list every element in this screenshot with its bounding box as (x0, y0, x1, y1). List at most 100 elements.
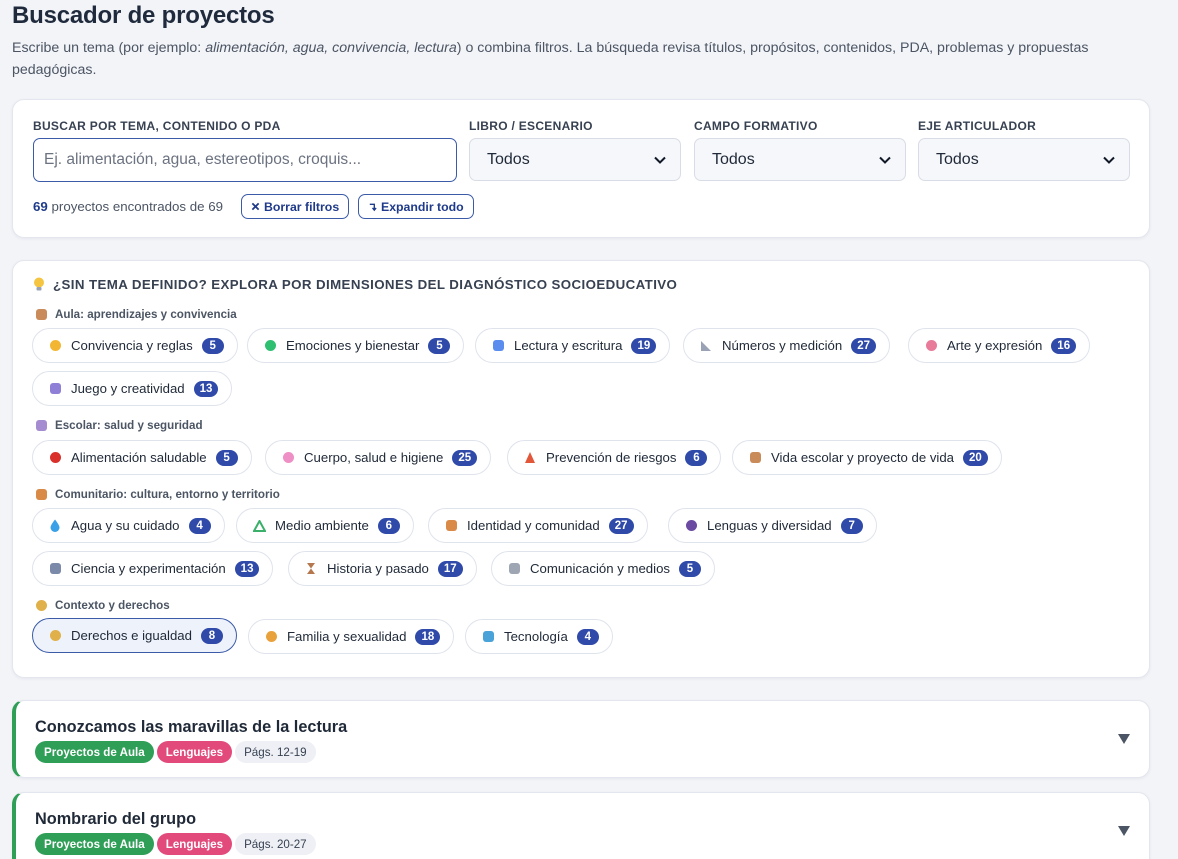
project-title: Conozcamos las maravillas de la lectura (35, 718, 348, 736)
results-count: 69 proyectos encontrados de 69 (33, 199, 223, 214)
chip-historia-y-pasado[interactable]: Historia y pasado 17 (288, 551, 477, 586)
apple-icon (47, 450, 63, 466)
chip-convivencia-y-reglas[interactable]: Convivencia y reglas 5 (32, 328, 238, 363)
chip-count-badge: 5 (201, 337, 224, 354)
scenario-badge: Proyectos de Aula (35, 741, 154, 763)
chip-count-badge: 25 (452, 449, 478, 466)
chip-ciencia-y-experimentacion[interactable]: Ciencia y experimentación 13 (32, 551, 274, 586)
chip-familia-y-sexualidad[interactable]: Familia y sexualidad 18 (248, 619, 455, 654)
book-icon (490, 338, 506, 354)
chip-agua-y-su-cuidado[interactable]: Agua y su cuidado 4 (32, 508, 225, 543)
chip-cuerpo-salud-e-higiene[interactable]: Cuerpo, salud e higiene 25 (265, 440, 492, 475)
chip-juego-y-creatividad[interactable]: Juego y creatividad 13 (32, 371, 233, 406)
chip-alimentacion-saludable[interactable]: Alimentación saludable 5 (32, 440, 252, 475)
chip-count-badge: 18 (415, 628, 441, 645)
group-label-text: Aula: aprendizajes y convivencia (55, 307, 237, 321)
chip-label: Tecnología (504, 629, 568, 644)
chip-arte-y-expresion[interactable]: Arte y expresión 16 (908, 328, 1091, 363)
filters-card: BUSCAR POR TEMA, CONTENIDO O PDA LIBRO /… (12, 99, 1150, 238)
pages-badge: Págs. 12-19 (235, 741, 316, 763)
chip-count-badge: 4 (576, 628, 599, 645)
chip-label: Comunicación y medios (530, 561, 670, 576)
project-card[interactable]: Nombrario del grupo Proyectos de Aula Le… (12, 792, 1150, 859)
chip-label: Emociones y bienestar (286, 338, 420, 353)
search-input[interactable] (33, 138, 457, 182)
results-count-number: 69 (33, 199, 48, 214)
chip-label: Alimentación saludable (71, 450, 207, 465)
campo-select-value: Todos (712, 150, 755, 168)
chip-label: Prevención de riesgos (546, 450, 677, 465)
caret-down-icon[interactable] (1117, 825, 1131, 837)
chip-label: Ciencia y experimentación (71, 561, 226, 576)
eje-select-value: Todos (936, 150, 979, 168)
chip-label: Lenguas y diversidad (707, 518, 832, 533)
chip-count-badge: 8 (200, 627, 223, 644)
chip-count-badge: 6 (685, 449, 708, 466)
chip-derechos-e-igualdad[interactable]: Derechos e igualdad 8 (32, 618, 237, 653)
chip-label: Vida escolar y proyecto de vida (771, 450, 955, 465)
caret-down-icon[interactable] (1117, 733, 1131, 745)
lightbulb-icon (34, 277, 44, 291)
chip-tecnologia[interactable]: Tecnología 4 (465, 619, 613, 654)
ruler-icon (698, 338, 714, 354)
project-card[interactable]: Conozcamos las maravillas de la lectura … (12, 700, 1150, 778)
group-label-text: Contexto y derechos (55, 598, 170, 612)
libro-select-value: Todos (487, 150, 530, 168)
chip-label: Medio ambiente (275, 518, 369, 533)
chip-identidad-y-comunidad[interactable]: Identidad y comunidad 27 (428, 508, 648, 543)
eje-label: EJE ARTICULADOR (918, 119, 1037, 133)
cone-icon (522, 450, 538, 466)
explore-title: ¿SIN TEMA DEFINIDO? EXPLORA POR DIMENSIO… (53, 277, 678, 292)
page-title: Buscador de proyectos (12, 2, 275, 29)
chip-label: Familia y sexualidad (287, 629, 407, 644)
group-label-escolar: Escolar: salud y seguridad (33, 417, 203, 433)
chip-count-badge: 27 (851, 337, 876, 354)
chip-count-badge: 13 (234, 560, 260, 577)
clear-filters-button[interactable]: Borrar filtros (241, 194, 350, 219)
group-label-aula: Aula: aprendizajes y convivencia (33, 306, 237, 322)
chip-count-badge: 16 (1051, 337, 1077, 354)
expand-all-button[interactable]: Expandir todo (358, 194, 474, 219)
close-icon (251, 202, 260, 211)
chip-lectura-y-escritura[interactable]: Lectura y escritura 19 (475, 328, 671, 363)
chip-medio-ambiente[interactable]: Medio ambiente 6 (236, 508, 414, 543)
chip-prevencion-de-riesgos[interactable]: Prevención de riesgos 6 (507, 440, 722, 475)
chip-label: Historia y pasado (327, 561, 429, 576)
campo-select[interactable]: Todos (694, 138, 906, 181)
school-icon (747, 450, 763, 466)
chevron-down-icon (654, 156, 666, 164)
hourglass-icon (303, 561, 319, 577)
chip-count-badge: 20 (963, 449, 988, 466)
building-icon (33, 417, 49, 433)
family-icon (263, 629, 279, 645)
results-count-text: proyectos encontrados de 69 (51, 199, 224, 214)
chip-label: Números y medición (722, 338, 843, 353)
chip-label: Derechos e igualdad (71, 628, 192, 643)
chip-vida-escolar-y-proyecto-de-vida[interactable]: Vida escolar y proyecto de vida 20 (732, 440, 1002, 475)
group-label-text: Escolar: salud y seguridad (55, 418, 203, 432)
project-tags: Proyectos de Aula Lenguajes Págs. 20-27 (35, 833, 316, 855)
project-tags: Proyectos de Aula Lenguajes Págs. 12-19 (35, 741, 316, 763)
newspaper-icon (506, 561, 522, 577)
school-icon (33, 306, 49, 322)
group-label-contexto: Contexto y derechos (33, 597, 170, 613)
group-label-text: Comunitario: cultura, entorno y territor… (55, 487, 280, 501)
scales-icon (47, 628, 63, 644)
libro-select[interactable]: Todos (469, 138, 681, 181)
chip-comunicacion-y-medios[interactable]: Comunicación y medios 5 (491, 551, 715, 586)
chip-count-badge: 4 (188, 517, 211, 534)
chip-count-badge: 5 (679, 560, 701, 577)
chip-label: Cuerpo, salud e higiene (304, 450, 444, 465)
chip-lenguas-y-diversidad[interactable]: Lenguas y diversidad 7 (668, 508, 877, 543)
houses-icon (443, 518, 459, 534)
explore-heading: ¿SIN TEMA DEFINIDO? EXPLORA POR DIMENSIO… (33, 277, 677, 292)
chip-emociones-y-bienestar[interactable]: Emociones y bienestar 5 (247, 328, 465, 363)
eje-select[interactable]: Todos (918, 138, 1130, 181)
chip-label: Identidad y comunidad (467, 518, 600, 533)
chip-count-badge: 5 (428, 337, 451, 354)
palette-icon (923, 338, 939, 354)
chip-label: Convivencia y reglas (71, 338, 193, 353)
chip-numeros-y-medicion[interactable]: Números y medición 27 (683, 328, 890, 363)
chip-count-badge: 13 (193, 380, 219, 397)
chip-count-badge: 6 (377, 517, 400, 534)
